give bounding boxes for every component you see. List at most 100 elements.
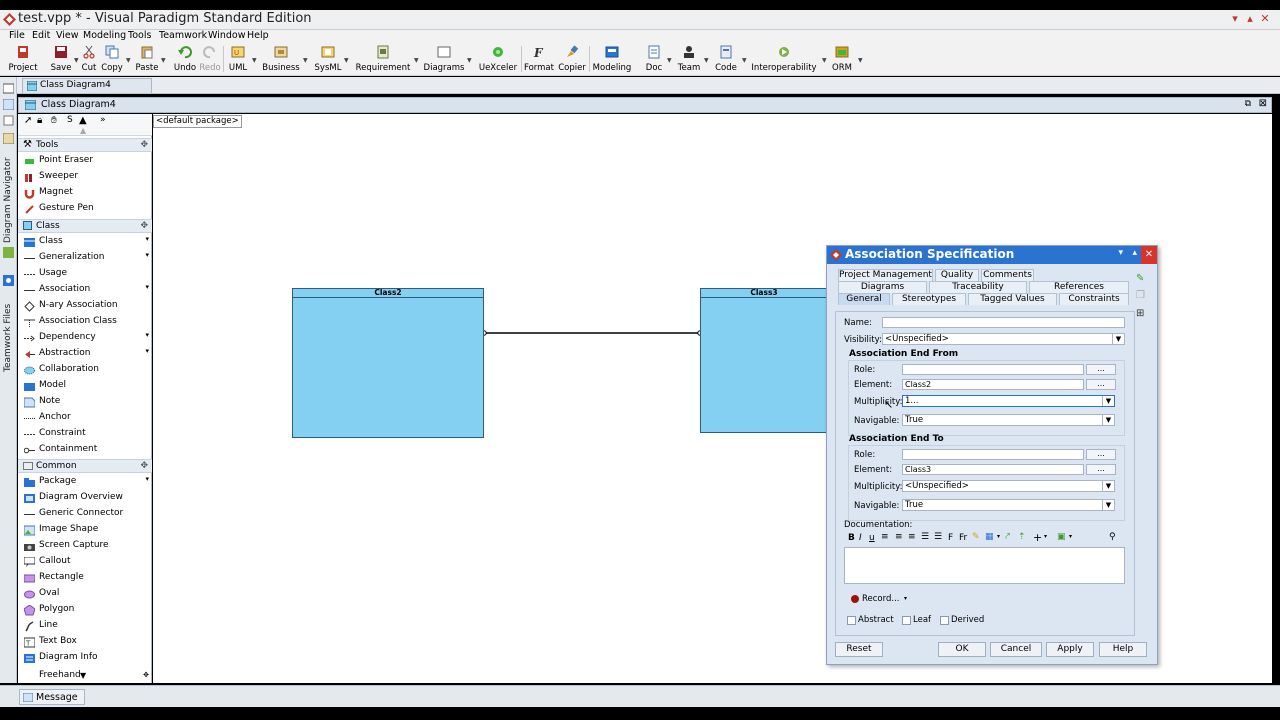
leaf-checkbox[interactable] bbox=[902, 616, 911, 625]
expand-icon[interactable]: ⊞ bbox=[1136, 308, 1144, 319]
code-button[interactable]: Code bbox=[712, 44, 740, 75]
menu-tools[interactable]: Tools bbox=[128, 30, 151, 41]
menu-edit[interactable]: Edit bbox=[32, 30, 50, 41]
tab-references[interactable]: References bbox=[1029, 281, 1129, 293]
dropdown-arrow-icon[interactable]: ▼ bbox=[1102, 481, 1114, 491]
orm-dropdown-icon[interactable]: ▼ bbox=[858, 57, 863, 64]
palette-collaboration[interactable]: Collaboration bbox=[18, 363, 152, 378]
package-breadcrumb[interactable]: <default package> bbox=[153, 115, 242, 128]
align-left-icon[interactable]: ≡ bbox=[881, 532, 889, 542]
lock-icon[interactable]: 🔒︎ bbox=[37, 115, 42, 126]
palette-category-common[interactable]: Common ✥ bbox=[18, 459, 152, 473]
dialog-minimize-icon[interactable]: ▾ bbox=[1118, 248, 1123, 258]
maximize-button[interactable]: ▴ bbox=[1243, 12, 1257, 25]
save-dropdown-icon[interactable]: ▼ bbox=[74, 57, 79, 64]
documentation-editor[interactable] bbox=[844, 547, 1125, 584]
diagrams-button[interactable]: Diagrams bbox=[422, 44, 466, 75]
more-arrow-icon[interactable]: ▾ bbox=[145, 475, 149, 483]
from-element-browse-button[interactable]: ... bbox=[1086, 379, 1116, 390]
name-input[interactable] bbox=[882, 317, 1125, 328]
undo-button[interactable]: Undo bbox=[172, 44, 198, 75]
italic-icon[interactable]: I bbox=[859, 533, 862, 543]
palette-category-tools[interactable]: ⚒ Tools ✥ bbox=[18, 138, 152, 152]
pin-icon[interactable]: ✥ bbox=[140, 140, 148, 150]
dropdown-arrow-icon[interactable]: ▼ bbox=[1112, 334, 1124, 344]
dialog-close-button[interactable]: ✕ bbox=[1141, 246, 1157, 264]
palette-gesture-pen[interactable]: Gesture Pen bbox=[18, 202, 152, 217]
palette-oval[interactable]: Oval bbox=[18, 587, 152, 602]
highlight-icon[interactable]: ✎ bbox=[972, 532, 980, 542]
help-button[interactable]: Help bbox=[1099, 642, 1147, 657]
business-button[interactable]: Business bbox=[260, 44, 302, 75]
doc-button[interactable]: Doc bbox=[642, 44, 666, 75]
minimize-button[interactable]: ▾ bbox=[1228, 12, 1242, 25]
class-shape-class3[interactable]: Class3 bbox=[700, 288, 828, 433]
ok-button[interactable]: OK bbox=[938, 642, 986, 657]
paste-dropdown-icon[interactable]: ▼ bbox=[161, 57, 166, 64]
palette-generalization[interactable]: Generalization ▾ bbox=[18, 251, 152, 266]
sysml-dropdown-icon[interactable]: ▼ bbox=[344, 57, 349, 64]
to-element-browse-button[interactable]: ... bbox=[1086, 464, 1116, 475]
bookmark-icon[interactable]: ✎ bbox=[1136, 273, 1144, 284]
close-window-button[interactable]: ✕ bbox=[1258, 12, 1272, 25]
to-element-input[interactable]: Class3 bbox=[902, 464, 1084, 475]
property-icon[interactable] bbox=[3, 115, 14, 126]
palette-screen-capture[interactable]: Screen Capture bbox=[18, 539, 152, 554]
palette-abstraction[interactable]: Abstraction ▾ bbox=[18, 347, 152, 362]
palette-polygon[interactable]: Polygon bbox=[18, 603, 152, 618]
record-button[interactable]: Record... bbox=[862, 594, 899, 604]
tab-traceability[interactable]: Traceability bbox=[929, 281, 1027, 293]
tab-class-diagram4[interactable]: Class Diagram4 bbox=[22, 78, 152, 93]
diagram-navigator-icon[interactable] bbox=[3, 133, 14, 144]
paste-button[interactable]: Paste bbox=[133, 44, 161, 75]
to-multiplicity-select[interactable]: <Unspecified> ▼ bbox=[902, 480, 1115, 492]
tab-constraints[interactable]: Constraints bbox=[1059, 293, 1129, 305]
from-multiplicity-select[interactable]: 1... ▼ bbox=[902, 395, 1115, 407]
sysml-button[interactable]: SysML bbox=[313, 44, 343, 75]
palette-constraint[interactable]: Constraint bbox=[18, 427, 152, 442]
find-icon[interactable]: ⚲ bbox=[1109, 532, 1116, 542]
add-icon[interactable]: + bbox=[1033, 531, 1042, 544]
font-size-icon[interactable]: Fr bbox=[959, 533, 967, 543]
orm-button[interactable]: ORM bbox=[828, 44, 856, 75]
menu-modeling[interactable]: Modeling bbox=[83, 30, 126, 41]
requirement-button[interactable]: Requirement bbox=[354, 44, 412, 75]
requirement-dropdown-icon[interactable]: ▼ bbox=[414, 57, 419, 64]
bullet-list-icon[interactable]: ☰ bbox=[934, 532, 942, 542]
palette-category-class[interactable]: Class ✥ bbox=[18, 219, 152, 233]
insert-image-icon[interactable]: ⇡ bbox=[1018, 532, 1026, 542]
copy-spec-icon[interactable]: ❐ bbox=[1136, 290, 1145, 301]
link-icon[interactable]: ⤤ bbox=[1005, 532, 1010, 542]
numbered-list-icon[interactable]: ☰ bbox=[921, 532, 929, 542]
format-copier-button[interactable]: F Format bbox=[523, 44, 555, 75]
palette-image-shape[interactable]: Image Shape bbox=[18, 523, 152, 538]
modeling-button[interactable]: Modeling bbox=[592, 44, 632, 75]
palette-model[interactable]: Model bbox=[18, 379, 152, 394]
palette-anchor[interactable]: Anchor bbox=[18, 411, 152, 426]
derived-checkbox[interactable] bbox=[940, 616, 949, 625]
tab-tagged-values[interactable]: Tagged Values bbox=[968, 293, 1057, 305]
tab-quality[interactable]: Quality bbox=[935, 269, 979, 281]
menu-window[interactable]: Window bbox=[208, 30, 245, 41]
tab-stereotypes[interactable]: Stereotypes bbox=[892, 293, 966, 305]
pin-icon[interactable]: ✥ bbox=[140, 461, 148, 471]
interoperability-dropdown-icon[interactable]: ▼ bbox=[822, 57, 827, 64]
palette-generic-connector[interactable]: Generic Connector bbox=[18, 507, 152, 522]
underline-icon[interactable]: u bbox=[869, 533, 875, 543]
palette-note[interactable]: Note bbox=[18, 395, 152, 410]
panel-icon[interactable] bbox=[3, 83, 14, 94]
palette-magnet[interactable]: Magnet bbox=[18, 186, 152, 201]
menu-file[interactable]: File bbox=[9, 30, 25, 41]
menu-teamwork[interactable]: Teamwork bbox=[159, 30, 207, 41]
font-icon[interactable]: F bbox=[948, 533, 953, 543]
palette-nary-association[interactable]: N-ary Association bbox=[18, 299, 152, 314]
menu-view[interactable]: View bbox=[56, 30, 79, 41]
shape-icon[interactable]: ▲ bbox=[79, 115, 87, 126]
from-navigable-select[interactable]: True ▼ bbox=[902, 414, 1115, 426]
copier-button[interactable]: Copier bbox=[556, 44, 588, 75]
teamwork-icon[interactable] bbox=[3, 275, 14, 286]
teamwork-files-tab[interactable]: Teamwork Files bbox=[3, 292, 13, 372]
diagram-navigator-tab[interactable]: Diagram Navigator bbox=[3, 153, 13, 243]
model-explorer-icon[interactable] bbox=[3, 99, 14, 110]
tab-general[interactable]: General bbox=[838, 293, 890, 305]
